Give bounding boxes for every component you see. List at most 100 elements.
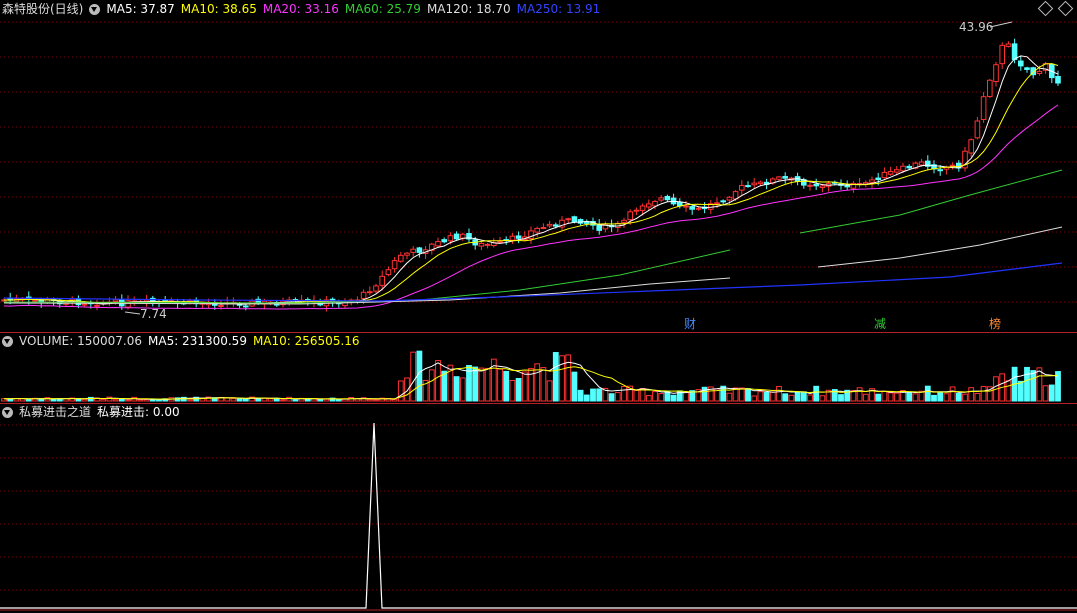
volume-bar: [807, 394, 813, 402]
indicator-line: [0, 422, 1077, 609]
volume-ma10-label: MA10: 256505.16: [252, 334, 360, 348]
volume-bar: [503, 370, 510, 402]
candle-body: [751, 182, 758, 186]
candle-body: [949, 164, 956, 167]
ma250-line: [3, 262, 1063, 302]
candle-body: [416, 247, 423, 253]
volume-bar: [552, 352, 559, 402]
indicator-chart[interactable]: [0, 403, 1077, 613]
volume-bar: [404, 377, 410, 402]
indicator-menu-toggle-icon[interactable]: [2, 406, 13, 418]
volume-bar: [782, 393, 789, 402]
volume-bar: [819, 395, 826, 402]
candle-body: [900, 165, 906, 172]
volume-bar: [366, 399, 373, 402]
volume-bar: [813, 385, 820, 402]
marker-list[interactable]: 榜: [989, 316, 1001, 331]
ma60-line: [799, 169, 1063, 234]
candle-body: [553, 224, 559, 227]
volume-bar: [912, 393, 919, 402]
ma5-line: [3, 55, 1059, 305]
volume-bar: [441, 370, 448, 402]
volume-bar: [106, 396, 113, 402]
volume-bar: [149, 399, 156, 402]
volume-bar: [955, 393, 962, 402]
volume-bar: [794, 391, 801, 402]
volume-bar: [745, 388, 751, 402]
candle-body: [484, 243, 491, 246]
volume-bar: [962, 393, 968, 402]
candle-body: [627, 211, 634, 221]
volume-bar: [25, 399, 32, 402]
price-chart[interactable]: 43.96 7.74 财 减 榜: [0, 0, 1077, 332]
volume-bar: [862, 393, 869, 402]
candle-body: [391, 260, 398, 270]
volume-bar: [521, 371, 528, 402]
volume-bar: [1017, 380, 1024, 402]
candle-body: [844, 184, 851, 188]
ma5-label: MA5: 37.87: [106, 2, 175, 16]
volume-bar: [738, 387, 745, 402]
volume-bar: [335, 399, 342, 402]
volume-bar: [614, 392, 621, 402]
candle-body: [621, 219, 627, 223]
candle-body: [937, 169, 944, 172]
volume-bar: [515, 377, 522, 402]
volume-bar: [906, 391, 913, 402]
volume-bar: [751, 395, 758, 402]
volume-bar: [652, 391, 658, 402]
ma20-label: MA20: 33.16: [262, 2, 339, 16]
volume-bar: [571, 371, 578, 402]
volume-bar: [1030, 370, 1037, 402]
candle-body: [1024, 67, 1030, 70]
candle-body: [689, 206, 696, 210]
candle-body: [633, 209, 640, 212]
ma60-label: MA60: 25.79: [344, 2, 421, 16]
candle-body: [398, 254, 404, 262]
volume-bar: [931, 394, 937, 402]
volume-bar: [633, 389, 640, 402]
indicator-value: 私募进击: 0.00: [97, 405, 180, 419]
price-menu-toggle-icon[interactable]: [89, 3, 101, 15]
candle-body: [81, 303, 88, 306]
volume-panel[interactable]: VOLUME: 150007.06 MA5: 231300.59 MA10: 2…: [0, 332, 1077, 403]
price-panel[interactable]: 森特股份(日线) MA5: 37.87 MA10: 38.65 MA20: 33…: [0, 0, 1077, 332]
candle-body: [664, 195, 671, 201]
candle-body: [32, 299, 38, 302]
candle-body: [565, 218, 572, 221]
volume-bar: [273, 398, 280, 402]
volume-bar: [112, 399, 119, 402]
candle-body: [515, 235, 522, 239]
candle-body: [1055, 75, 1061, 84]
volume-bar: [125, 399, 131, 402]
volume-bar: [943, 393, 950, 402]
volume-bar: [559, 355, 565, 402]
candle-body: [739, 184, 745, 191]
volume-bar: [949, 386, 956, 402]
volume-bar: [416, 350, 423, 402]
marker-reduce[interactable]: 减: [874, 317, 886, 331]
volume-bar: [1048, 384, 1055, 402]
candle-body: [894, 169, 900, 173]
candle-body: [410, 248, 416, 253]
volume-bar: [757, 391, 764, 402]
volume-menu-toggle-icon[interactable]: [2, 335, 13, 347]
candle-body: [819, 185, 826, 189]
volume-bar: [137, 399, 144, 402]
marker-finance[interactable]: 财: [684, 317, 696, 331]
stock-title[interactable]: 森特股份(日线): [2, 0, 83, 18]
candle-body: [683, 205, 689, 208]
candle-body: [453, 233, 460, 240]
volume-bar: [484, 367, 491, 402]
candle-body: [509, 235, 516, 241]
volume-bar: [924, 385, 931, 402]
indicator-name[interactable]: 私募进击之道: [19, 403, 91, 421]
candle-body: [646, 203, 652, 208]
volume-bar: [838, 394, 844, 402]
volume-bar: [187, 399, 193, 402]
indicator-panel[interactable]: 私募进击之道 私募进击: 0.00: [0, 403, 1077, 613]
candle-body: [435, 241, 441, 247]
candle-body: [974, 120, 981, 139]
candle-body: [367, 291, 373, 294]
ma120-label: MA120: 18.70: [426, 2, 511, 16]
